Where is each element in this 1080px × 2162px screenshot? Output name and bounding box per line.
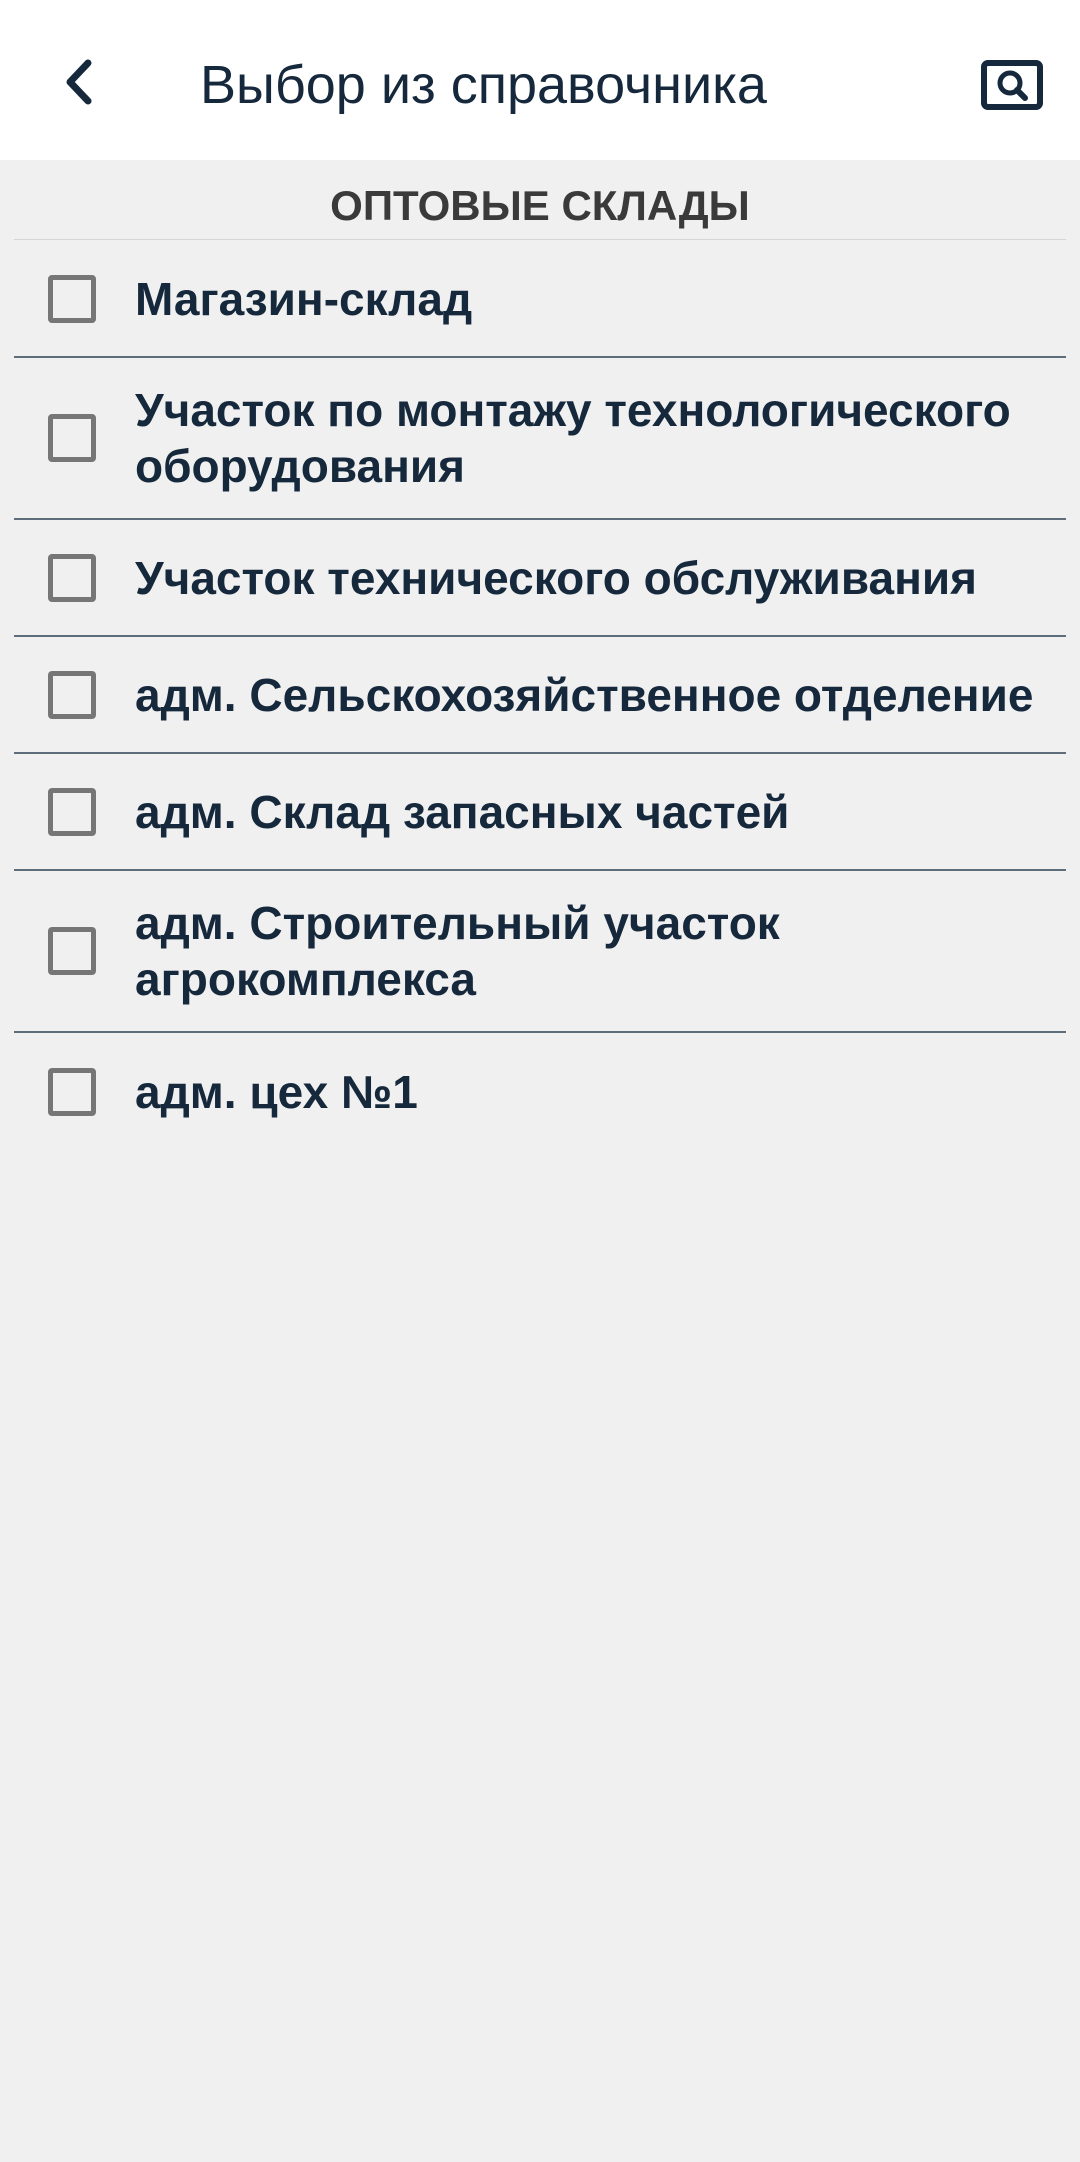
checkbox[interactable] [48, 927, 96, 975]
list-item-label: адм. цех №1 [135, 1065, 418, 1118]
list-item[interactable]: адм. Склад запасных частей [14, 754, 1066, 871]
back-button[interactable] [40, 44, 116, 120]
checkbox[interactable] [48, 274, 96, 323]
list-item-label: Магазин-склад [135, 272, 473, 325]
list-item-label: Участок технического обслуживания [135, 551, 977, 604]
chevron-left-icon [66, 59, 92, 105]
list-item[interactable]: адм. Сельскохозяйственное отделение [14, 637, 1066, 754]
list-item[interactable]: Участок по монтажу технологического обор… [14, 358, 1066, 520]
page-title: Выбор из справочника [200, 55, 767, 115]
app-bar: Выбор из справочника [0, 0, 1080, 160]
checkbox[interactable] [48, 787, 96, 836]
list-item-label: Участок по монтажу технологического обор… [135, 384, 1011, 492]
search-button[interactable] [972, 50, 1052, 120]
checkbox[interactable] [48, 553, 96, 602]
checkbox[interactable] [48, 414, 96, 462]
list-item-label: адм. Сельскохозяйственное отделение [135, 668, 1034, 721]
list-item[interactable]: адм. цех №1 [14, 1033, 1066, 1150]
search-icon [981, 60, 1043, 110]
list-item[interactable]: Участок технического обслуживания [14, 520, 1066, 637]
items-list: Магазин-склад Участок по монтажу техноло… [14, 241, 1066, 1150]
list-item-label: адм. Строительный участок агрокомплекса [135, 897, 780, 1005]
list-item[interactable]: адм. Строительный участок агрокомплекса [14, 871, 1066, 1033]
checkbox[interactable] [48, 670, 96, 719]
checkbox[interactable] [48, 1067, 96, 1116]
list-item[interactable]: Магазин-склад [14, 241, 1066, 358]
section-header: ОПТОВЫЕ СКЛАДЫ [14, 172, 1066, 240]
list-item-label: адм. Склад запасных частей [135, 785, 790, 838]
